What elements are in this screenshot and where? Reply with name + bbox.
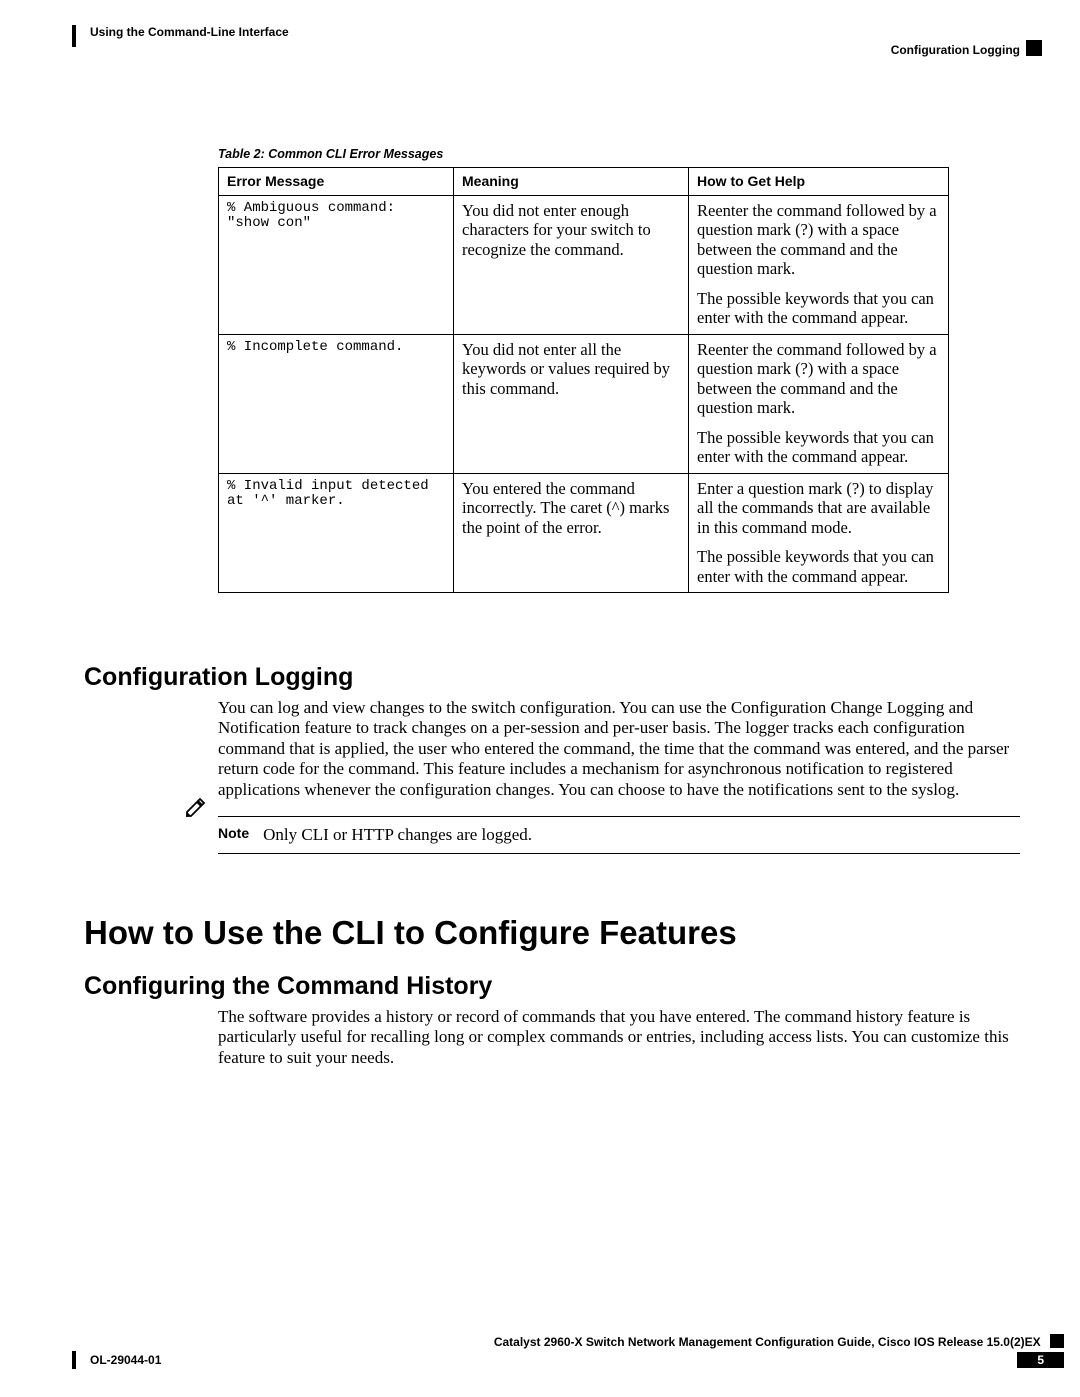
error-meaning: You entered the command incorrectly. The… xyxy=(454,473,689,592)
error-help: Reenter the command followed by a questi… xyxy=(689,196,949,335)
help-p1: Enter a question mark (?) to display all… xyxy=(697,479,940,537)
chapter-title: How to Use the CLI to Configure Features xyxy=(84,914,1020,952)
error-help: Reenter the command followed by a questi… xyxy=(689,334,949,473)
help-p2: The possible keywords that you can enter… xyxy=(697,547,940,586)
help-p2: The possible keywords that you can enter… xyxy=(697,428,940,467)
footer-guide-title: Catalyst 2960-X Switch Network Managemen… xyxy=(494,1335,1041,1349)
section-title-command-history: Configuring the Command History xyxy=(84,972,1020,1001)
table-row: % Invalid input detected at '^' marker. … xyxy=(219,473,949,592)
section-body: The software provides a history or recor… xyxy=(218,1007,1020,1068)
help-p1: Reenter the command followed by a questi… xyxy=(697,340,940,418)
error-meaning: You did not enter enough characters for … xyxy=(454,196,689,335)
table-caption: Table 2: Common CLI Error Messages xyxy=(218,147,1020,161)
header-marker-icon xyxy=(1026,40,1042,56)
header-section: Configuration Logging xyxy=(891,43,1020,57)
error-code: % Invalid input detected at '^' marker. xyxy=(227,479,445,510)
note-label: Note xyxy=(218,825,249,841)
error-code: % Ambiguous command: "show con" xyxy=(227,201,445,232)
section-title-config-logging: Configuration Logging xyxy=(84,663,1020,692)
note-text: Only CLI or HTTP changes are logged. xyxy=(263,825,532,845)
th-error: Error Message xyxy=(219,168,454,196)
th-meaning: Meaning xyxy=(454,168,689,196)
error-meaning: You did not enter all the keywords or va… xyxy=(454,334,689,473)
table-row: % Ambiguous command: "show con" You did … xyxy=(219,196,949,335)
note-icon xyxy=(184,795,208,819)
table-row: % Incomplete command. You did not enter … xyxy=(219,334,949,473)
help-p2: The possible keywords that you can enter… xyxy=(697,289,940,328)
help-p1: Reenter the command followed by a questi… xyxy=(697,201,940,279)
error-help: Enter a question mark (?) to display all… xyxy=(689,473,949,592)
section-body: You can log and view changes to the swit… xyxy=(218,698,1020,800)
footer-doc-number: OL-29044-01 xyxy=(72,1351,161,1369)
footer-marker-icon xyxy=(1050,1334,1064,1348)
error-messages-table: Error Message Meaning How to Get Help % … xyxy=(218,167,949,593)
header-chapter: Using the Command-Line Interface xyxy=(72,25,289,47)
footer-page-number: 5 xyxy=(1017,1352,1064,1368)
th-help: How to Get Help xyxy=(689,168,949,196)
note-block: Note Only CLI or HTTP changes are logged… xyxy=(218,816,1020,854)
error-code: % Incomplete command. xyxy=(227,340,445,355)
